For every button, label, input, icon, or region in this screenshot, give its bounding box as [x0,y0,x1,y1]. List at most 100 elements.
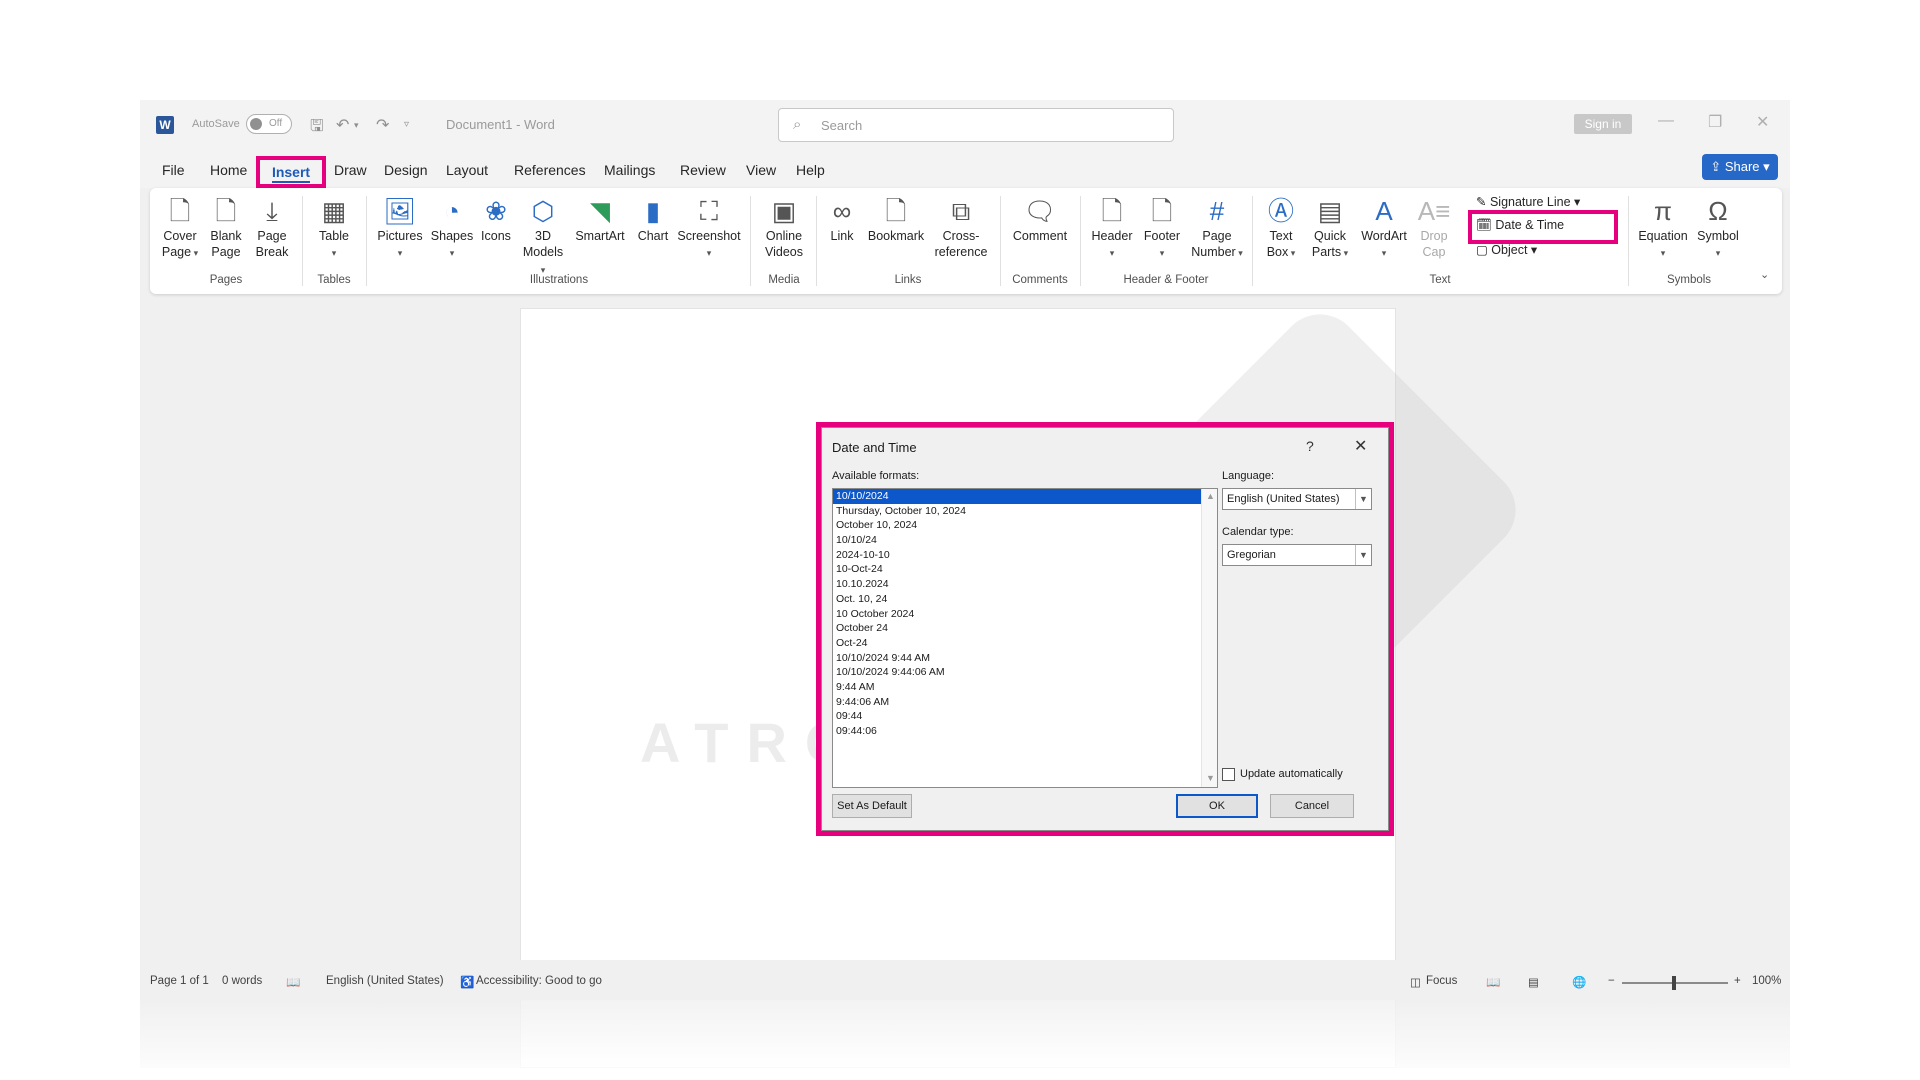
scroll-down-icon[interactable]: ▼ [1206,773,1215,783]
tab-review[interactable]: Review [680,162,726,178]
scroll-up-icon[interactable]: ▲ [1206,491,1215,501]
tab-draw[interactable]: Draw [334,162,367,178]
format-option[interactable]: 9:44:06 AM [833,695,1201,710]
zoom-in-icon[interactable]: + [1734,975,1741,987]
format-option[interactable]: October 24 [833,621,1201,636]
minimize-icon[interactable]: — [1658,112,1674,130]
drop-cap-button[interactable]: A≡ Drop Cap [1414,194,1454,260]
3d-models-button[interactable]: ⬡ 3D Models ▾ [520,194,566,278]
link-button[interactable]: ∞ Link [824,194,860,244]
bookmark-button[interactable]: 🗋 Bookmark [866,194,926,244]
online-videos-button[interactable]: ▣ Online Videos [760,194,808,260]
format-option[interactable]: Oct-24 [833,636,1201,651]
undo-dropdown-icon[interactable]: ▾ [354,120,359,131]
format-option[interactable]: 10.10.2024 [833,577,1201,592]
table-icon: ▦ [321,196,347,226]
format-option[interactable]: 09:44 [833,709,1201,724]
word-count[interactable]: 0 words [222,975,262,987]
chevron-down-icon: ▾ [331,248,337,258]
customize-toolbar-icon[interactable]: ▿ [404,119,409,130]
cover-page-label: Cover [163,229,197,243]
tab-design[interactable]: Design [384,162,428,178]
tab-mailings[interactable]: Mailings [604,162,655,178]
accessibility-status[interactable]: Accessibility: Good to go [476,975,602,987]
language-select[interactable]: English (United States) ▼ [1222,488,1372,510]
cover-page-button[interactable]: 🗋 Cover Page ▾ [160,194,200,261]
pictures-button[interactable]: 🖼 Pictures ▾ [376,194,424,261]
object-button[interactable]: ▢ Object ▾ [1476,242,1537,257]
page-number-button[interactable]: # Page Number ▾ [1190,194,1244,261]
shapes-button[interactable]: ◔ Shapes ▾ [430,194,474,261]
web-layout-icon[interactable]: 🌐 [1572,975,1586,989]
tab-insert[interactable]: Insert [256,156,326,188]
page-count[interactable]: Page 1 of 1 [150,975,209,987]
close-icon[interactable]: ✕ [1354,436,1367,456]
text-box-button[interactable]: Ⓐ Text Box ▾ [1260,194,1302,261]
zoom-out-icon[interactable]: − [1608,975,1615,987]
group-label-media: Media [768,274,800,286]
cancel-button[interactable]: Cancel [1270,794,1354,818]
format-option[interactable]: 10/10/24 [833,533,1201,548]
format-option[interactable]: 10-Oct-24 [833,562,1201,577]
comment-button[interactable]: 🗨 Comment [1008,194,1072,244]
status-language[interactable]: English (United States) [326,975,444,987]
format-option[interactable]: 10 October 2024 [833,607,1201,622]
sign-in-button[interactable]: Sign in [1574,114,1632,134]
format-option[interactable]: 2024-10-10 [833,548,1201,563]
format-option[interactable]: 10/10/2024 9:44 AM [833,651,1201,666]
undo-icon[interactable]: ↶ [336,115,349,135]
online-videos-label-2: Videos [765,245,803,259]
proofing-icon[interactable]: 📖 [286,975,300,989]
calendar-type-select[interactable]: Gregorian ▼ [1222,544,1372,566]
chart-button[interactable]: ▮ Chart [634,194,672,244]
search-input[interactable]: ⌕ Search [778,108,1174,142]
tab-file[interactable]: File [162,162,185,178]
redo-icon[interactable]: ↷ [376,115,389,135]
zoom-level[interactable]: 100% [1752,975,1781,987]
zoom-slider-thumb[interactable] [1672,976,1676,990]
footer-button[interactable]: 🗋 Footer ▾ [1140,194,1184,261]
chevron-down-icon: ▾ [1715,248,1721,258]
update-automatically-checkbox[interactable] [1222,768,1235,781]
read-mode-icon[interactable]: 📖 [1486,975,1500,989]
tab-help[interactable]: Help [796,162,825,178]
focus-mode-button[interactable]: Focus [1426,975,1457,987]
set-as-default-button[interactable]: Set As Default [832,794,912,818]
quick-parts-button[interactable]: ▤ Quick Parts ▾ [1308,194,1352,261]
ok-button[interactable]: OK [1176,794,1258,818]
format-option[interactable]: Oct. 10, 24 [833,592,1201,607]
close-window-icon[interactable]: ✕ [1756,112,1769,132]
format-option[interactable]: 9:44 AM [833,680,1201,695]
cross-reference-button[interactable]: ⧉ Cross-reference [930,194,992,260]
icons-button[interactable]: ❀ Icons [478,194,514,244]
smartart-button[interactable]: ◥ SmartArt [572,194,628,244]
format-option[interactable]: 10/10/2024 [833,489,1202,505]
format-option[interactable]: Thursday, October 10, 2024 [833,504,1201,519]
autosave-toggle[interactable]: Off [246,114,292,134]
equation-button[interactable]: π Equation ▾ [1636,194,1690,261]
symbol-button[interactable]: Ω Symbol ▾ [1694,194,1742,261]
wordart-button[interactable]: A WordArt ▾ [1358,194,1410,261]
screenshot-button[interactable]: ⛶ Screenshot ▾ [676,194,742,261]
blank-page-button[interactable]: 🗋 Blank Page [206,194,246,260]
tab-home[interactable]: Home [210,162,247,178]
help-icon[interactable]: ? [1306,438,1314,454]
tab-view[interactable]: View [746,162,776,178]
tab-layout[interactable]: Layout [446,162,488,178]
format-option[interactable]: 09:44:06 [833,724,1201,739]
restore-icon[interactable]: ❐ [1708,112,1722,132]
header-button[interactable]: 🗋 Header ▾ [1088,194,1136,261]
print-layout-icon[interactable]: ▤ [1528,975,1539,989]
format-option[interactable]: 10/10/2024 9:44:06 AM [833,665,1201,680]
share-button[interactable]: ⇪ Share ▾ [1702,154,1778,180]
signature-line-button[interactable]: ✎ Signature Line ▾ [1476,194,1580,209]
format-option[interactable]: October 10, 2024 [833,518,1201,533]
page-break-button[interactable]: ⤓ Page Break [252,194,292,260]
ribbon-collapse-icon[interactable]: ⌄ [1760,268,1769,281]
listbox-scrollbar[interactable]: ▲ ▼ [1201,489,1217,787]
tab-references[interactable]: References [514,162,586,178]
formats-listbox[interactable]: 10/10/2024 Thursday, October 10, 2024 Octo… [832,488,1218,788]
comment-label: Comment [1012,229,1068,243]
table-button[interactable]: ▦ Table ▾ [312,194,356,261]
save-icon[interactable]: 🖫 [310,115,324,142]
